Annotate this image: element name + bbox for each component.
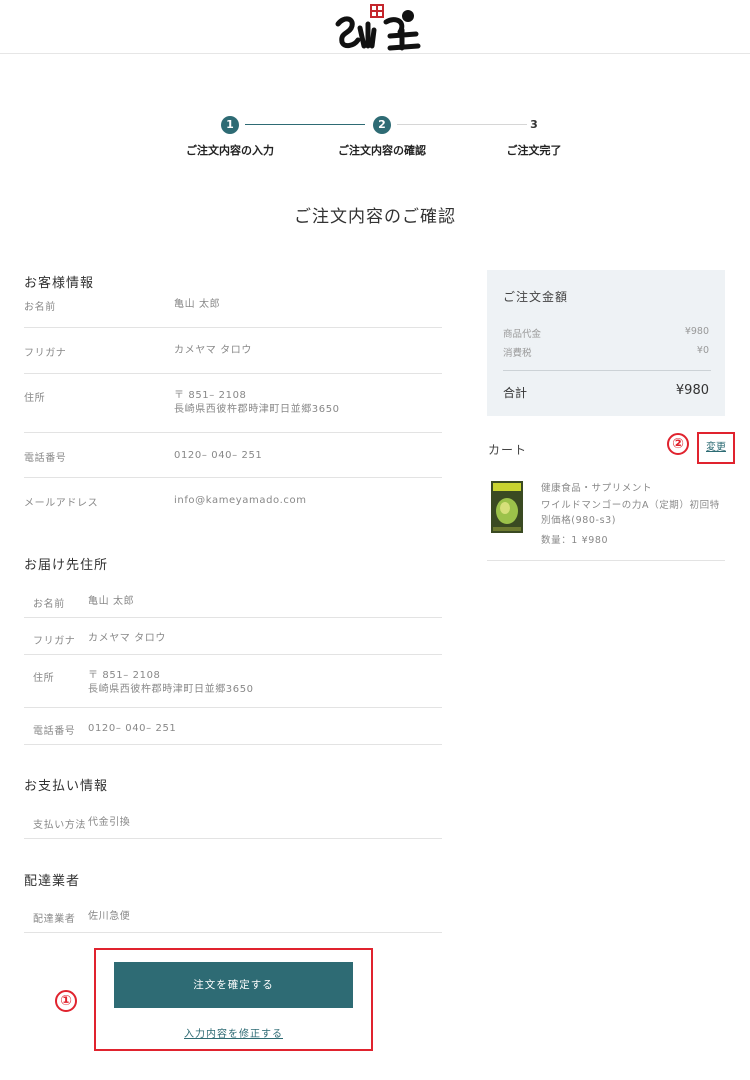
row-label: お名前 (24, 302, 56, 313)
step-line-1 (245, 124, 365, 125)
annotation-mark-1: ① (55, 990, 77, 1012)
order-summary: ご注文金額 商品代金 ¥980 消費税 ¥0 合計 ¥980 (487, 270, 725, 416)
carrier-section-title: 配達業者 (24, 874, 81, 889)
delivery-section-title: お届け先住所 (24, 558, 109, 573)
cart-item-name-line1: ワイルドマンゴーの力A（定期）初回特 (541, 500, 720, 511)
row-value: 亀山 太郎 (88, 596, 135, 607)
delivery-row-phone: 電話番号 0120– 040– 251 (24, 708, 442, 745)
row-label: お名前 (33, 599, 65, 610)
step-2-label: ご注文内容の確認 (338, 144, 426, 157)
customer-row-phone: 電話番号 0120– 040– 251 (24, 433, 442, 478)
summary-divider (503, 370, 711, 371)
cart-item: 健康食品・サプリメント ワイルドマンゴーの力A（定期）初回特 別価格(980-s… (487, 475, 725, 561)
step-3-label: ご注文完了 (506, 144, 562, 157)
row-label: 支払い方法 (33, 820, 86, 831)
row-label: フリガナ (33, 636, 76, 647)
step-1-label: ご注文内容の入力 (186, 144, 274, 157)
step-2-dot: 2 (373, 116, 391, 134)
row-value: info@kameyamado.com (174, 495, 307, 506)
step-3-dot: 3 (530, 118, 538, 131)
row-label: 電話番号 (24, 453, 67, 464)
confirm-order-button[interactable]: 注文を確定する (114, 962, 353, 1008)
edit-input-link[interactable]: 入力内容を修正する (114, 1025, 353, 1040)
customer-row-kana: フリガナ カメヤマ タロウ (24, 328, 442, 374)
row-label: 住所 (24, 393, 46, 404)
tax-label: 消費税 (503, 348, 532, 359)
summary-title: ご注文金額 (503, 290, 569, 304)
customer-row-address: 住所 〒 851– 2108 長崎県西彼杵郡時津町日並郷3650 (24, 374, 442, 433)
kameyamado-logo-icon[interactable] (330, 2, 424, 52)
delivery-row-name: お名前 亀山 太郎 (24, 584, 442, 618)
progress-steps: 1 2 3 ご注文内容の入力 ご注文内容の確認 ご注文完了 (170, 114, 590, 164)
total-label: 合計 (503, 386, 528, 400)
row-value-line2: 長崎県西彼杵郡時津町日並郷3650 (88, 684, 254, 695)
site-header (0, 0, 750, 54)
cart-item-name-line2: 別価格(980-s3) (541, 515, 617, 526)
step-line-2 (397, 124, 527, 125)
row-value-line2: 長崎県西彼杵郡時津町日並郷3650 (174, 404, 340, 415)
row-value: カメヤマ タロウ (88, 633, 166, 644)
customer-section-title: お客様情報 (24, 276, 95, 291)
row-value: 〒 851– 2108 (88, 670, 161, 681)
row-label: 住所 (33, 673, 55, 684)
carrier-row: 配達業者 佐川急便 (24, 900, 442, 933)
row-value: 〒 851– 2108 (174, 390, 247, 401)
row-value: 佐川急便 (88, 911, 131, 922)
page-title: ご注文内容のご確認 (294, 207, 456, 227)
row-label: 電話番号 (33, 726, 76, 737)
customer-row-name: お名前 亀山 太郎 (24, 296, 442, 328)
customer-row-email: メールアドレス info@kameyamado.com (24, 478, 442, 522)
row-value: 亀山 太郎 (174, 299, 221, 310)
row-value: 0120– 040– 251 (174, 450, 263, 461)
subtotal-label: 商品代金 (503, 329, 542, 340)
cart-item-qty-price: 数量：1 ¥980 (541, 535, 609, 546)
subtotal-value: ¥980 (684, 326, 709, 337)
row-label: 配達業者 (33, 914, 76, 925)
payment-row: 支払い方法 代金引換 (24, 806, 442, 839)
cart-change-button[interactable]: 変更 (697, 432, 735, 464)
product-image (491, 481, 523, 533)
payment-section-title: お支払い情報 (24, 779, 109, 794)
step-1-dot: 1 (221, 116, 239, 134)
annotation-mark-2: ② (667, 433, 689, 455)
tax-value: ¥0 (696, 345, 709, 356)
row-value: 代金引換 (88, 817, 131, 828)
row-label: フリガナ (24, 348, 67, 359)
cart-title: カート (488, 443, 528, 457)
row-value: カメヤマ タロウ (174, 345, 252, 356)
cart-item-category: 健康食品・サプリメント (541, 483, 653, 494)
delivery-row-address: 住所 〒 851– 2108 長崎県西彼杵郡時津町日並郷3650 (24, 655, 442, 708)
row-label: メールアドレス (24, 498, 99, 509)
delivery-row-kana: フリガナ カメヤマ タロウ (24, 618, 442, 655)
total-value: ¥980 (675, 383, 709, 398)
row-value: 0120– 040– 251 (88, 723, 177, 734)
